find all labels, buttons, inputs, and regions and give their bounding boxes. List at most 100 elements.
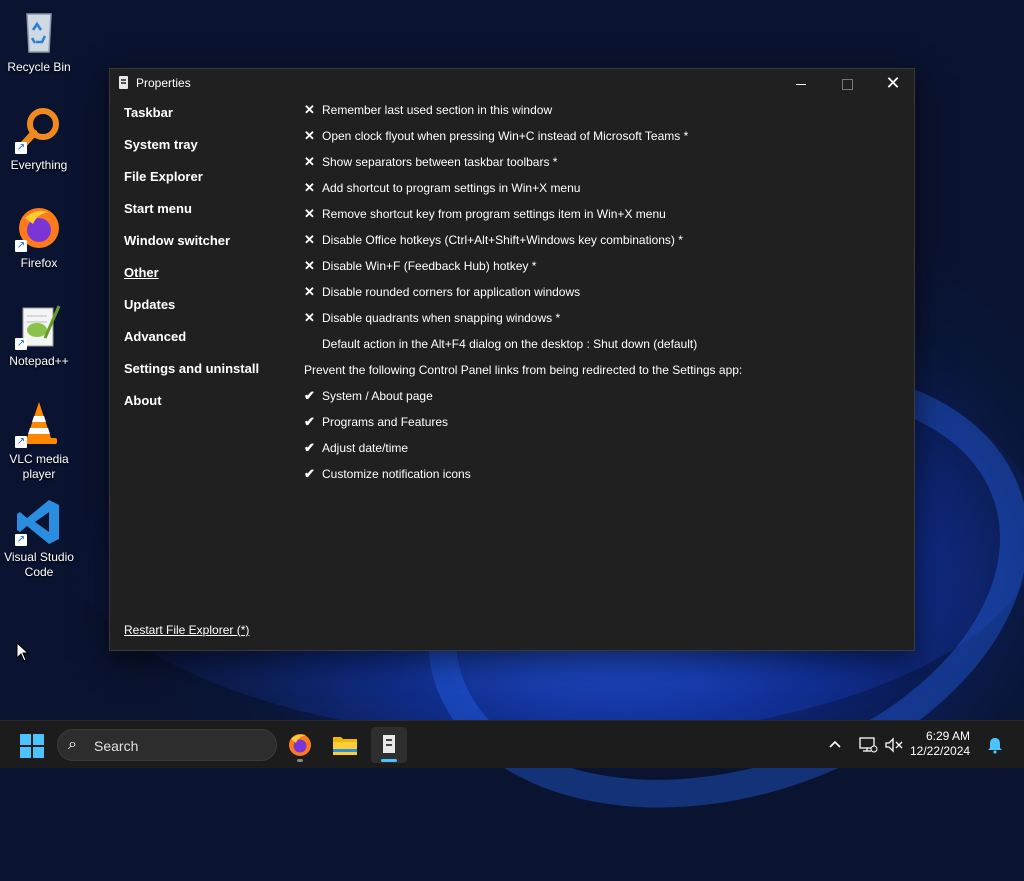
- nav-item-updates[interactable]: Updates: [124, 297, 259, 329]
- desktop-icon-label: Visual Studio Code: [4, 550, 74, 579]
- option-remove-winx-shortcut-key[interactable]: ✕ Remove shortcut key from program setti…: [304, 206, 904, 232]
- unchecked-x-icon: ✕: [304, 310, 315, 325]
- desktop-icon-vlc[interactable]: ↗ VLC media player: [2, 400, 76, 482]
- option-adjust-date-time[interactable]: ✔ Adjust date/time: [304, 440, 904, 466]
- shortcut-arrow-icon: ↗: [15, 534, 27, 546]
- checkmark-icon: ✔: [304, 440, 315, 455]
- option-disable-rounded-corners[interactable]: ✕ Disable rounded corners for applicatio…: [304, 284, 904, 310]
- option-remember-last-section[interactable]: ✕ Remember last used section in this win…: [304, 102, 904, 128]
- title-bar[interactable]: Properties ✕: [110, 69, 914, 97]
- unchecked-x-icon: ✕: [304, 180, 315, 195]
- nav-item-other[interactable]: Other: [124, 265, 259, 297]
- option-label: Add shortcut to program settings in Win+…: [322, 181, 581, 195]
- show-hidden-icons-button[interactable]: [828, 721, 848, 769]
- checkmark-icon: ✔: [304, 466, 315, 481]
- running-indicator: [297, 759, 303, 762]
- notification-center-button[interactable]: [986, 721, 1008, 769]
- vscode-icon: ↗: [15, 498, 63, 546]
- nav-item-file-explorer[interactable]: File Explorer: [124, 169, 259, 201]
- window-title: Properties: [136, 76, 191, 90]
- volume-icon-button[interactable]: [884, 721, 906, 769]
- unchecked-x-icon: ✕: [304, 206, 315, 221]
- option-label: Disable rounded corners for application …: [322, 285, 581, 299]
- option-label: Open clock flyout when pressing Win+C in…: [322, 129, 689, 143]
- search-icon: ⌕: [68, 736, 77, 753]
- notepad-plus-plus-icon: ↗: [15, 302, 63, 350]
- nav-item-settings-and-uninstall[interactable]: Settings and uninstall: [124, 361, 259, 393]
- clock-time: 6:29 AM: [925, 729, 970, 743]
- option-label: Show separators between taskbar toolbars…: [322, 155, 558, 169]
- desktop-icon-label: Recycle Bin: [7, 60, 71, 74]
- nav-item-window-switcher[interactable]: Window switcher: [124, 233, 259, 265]
- nav-item-system-tray[interactable]: System tray: [124, 137, 259, 169]
- network-icon-button[interactable]: [858, 721, 882, 769]
- desktop-icon-everything[interactable]: ↗ Everything: [2, 106, 76, 173]
- option-add-winx-shortcut[interactable]: ✕ Add shortcut to program settings in Wi…: [304, 180, 904, 206]
- desktop-icon-recycle-bin[interactable]: Recycle Bin: [2, 8, 76, 75]
- recycle-bin-icon: [15, 8, 63, 56]
- option-alt-f4-default-action[interactable]: Default action in the Alt+F4 dialog on t…: [304, 336, 904, 362]
- active-indicator: [381, 759, 397, 762]
- unchecked-x-icon: ✕: [304, 102, 315, 117]
- windows-logo-tile: [33, 747, 44, 758]
- close-icon: ✕: [885, 73, 901, 93]
- nav-item-advanced[interactable]: Advanced: [124, 329, 259, 361]
- option-programs-and-features[interactable]: ✔ Programs and Features: [304, 414, 904, 440]
- nav-item-start-menu[interactable]: Start menu: [124, 201, 259, 233]
- option-label: Remove shortcut key from program setting…: [322, 207, 666, 221]
- desktop-icon-notepad-plus-plus[interactable]: ↗ Notepad++: [2, 302, 76, 369]
- section-heading-control-panel-links: Prevent the following Control Panel link…: [304, 363, 743, 377]
- shortcut-arrow-icon: ↗: [15, 240, 27, 252]
- folder-icon: [333, 737, 357, 755]
- everything-search-icon: ↗: [15, 106, 63, 154]
- taskbar-properties-button[interactable]: [371, 727, 407, 763]
- option-customize-notification-icons[interactable]: ✔ Customize notification icons: [304, 466, 904, 492]
- shortcut-arrow-icon: ↗: [15, 436, 27, 448]
- option-system-about-page[interactable]: ✔ System / About page: [304, 388, 904, 414]
- unchecked-x-icon: ✕: [304, 128, 315, 143]
- minimize-button[interactable]: [778, 69, 824, 97]
- option-disable-office-hotkeys[interactable]: ✕ Disable Office hotkeys (Ctrl+Alt+Shift…: [304, 232, 904, 258]
- checkmark-icon: ✔: [304, 388, 315, 403]
- unchecked-x-icon: ✕: [304, 232, 315, 247]
- option-label: Default action in the Alt+F4 dialog on t…: [322, 337, 698, 351]
- mouse-pointer-icon: [16, 642, 30, 662]
- unchecked-x-icon: ✕: [304, 258, 315, 273]
- firefox-icon: [289, 734, 311, 756]
- shortcut-arrow-icon: ↗: [15, 142, 27, 154]
- firefox-icon: ↗: [15, 204, 63, 252]
- shortcut-arrow-icon: ↗: [15, 338, 27, 350]
- nav-item-about[interactable]: About: [124, 393, 259, 425]
- taskbar: ⌕ Search 6:29 AM 12/22/2024: [0, 720, 1024, 768]
- windows-logo-icon: [20, 734, 31, 745]
- option-clock-flyout-win-c[interactable]: ✕ Open clock flyout when pressing Win+C …: [304, 128, 904, 154]
- maximize-icon: [841, 78, 853, 90]
- network-icon: [859, 737, 878, 753]
- option-show-toolbar-separators[interactable]: ✕ Show separators between taskbar toolba…: [304, 154, 904, 180]
- taskbar-file-explorer-button[interactable]: [327, 727, 363, 763]
- taskbar-firefox-button[interactable]: [282, 727, 318, 763]
- clock-date: 12/22/2024: [910, 744, 971, 758]
- desktop-icon-vscode[interactable]: ↗ Visual Studio Code: [2, 498, 76, 580]
- option-label: Disable Win+F (Feedback Hub) hotkey *: [322, 259, 537, 273]
- app-document-icon: [119, 76, 128, 89]
- chevron-up-icon: [829, 740, 841, 748]
- option-label: Disable Office hotkeys (Ctrl+Alt+Shift+W…: [322, 233, 683, 247]
- desktop-icon-label: Firefox: [20, 256, 58, 270]
- desktop-icon-firefox[interactable]: ↗ Firefox: [2, 204, 76, 271]
- properties-window: Properties ✕ Taskbar System tray File Ex…: [109, 68, 915, 651]
- clock[interactable]: 6:29 AM 12/22/2024: [910, 729, 970, 759]
- maximize-button[interactable]: [824, 69, 870, 97]
- volume-muted-icon: [885, 737, 903, 753]
- close-button[interactable]: ✕: [870, 69, 916, 97]
- option-disable-win-f[interactable]: ✕ Disable Win+F (Feedback Hub) hotkey *: [304, 258, 904, 284]
- windows-logo-tile: [33, 734, 44, 745]
- nav-item-taskbar[interactable]: Taskbar: [124, 105, 259, 137]
- option-label: Customize notification icons: [322, 467, 471, 481]
- start-button[interactable]: [20, 734, 44, 758]
- restart-file-explorer-link[interactable]: Restart File Explorer (*): [124, 623, 249, 637]
- vlc-cone-icon: ↗: [15, 400, 63, 448]
- option-label: Adjust date/time: [322, 441, 409, 455]
- taskbar-search-box[interactable]: ⌕ Search: [57, 729, 277, 761]
- option-disable-snap-quadrants[interactable]: ✕ Disable quadrants when snapping window…: [304, 310, 904, 336]
